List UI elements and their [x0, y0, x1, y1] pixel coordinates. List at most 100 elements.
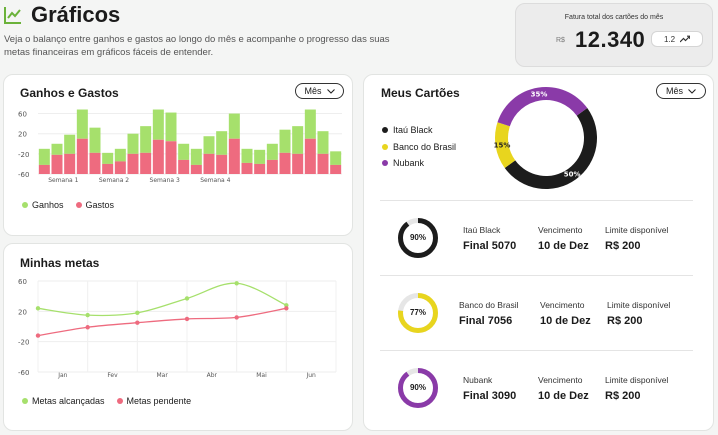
- metas-alcancadas-line: [37, 282, 287, 317]
- vencimento-value: 10 de Dez: [540, 315, 591, 327]
- bar-gastos: [51, 154, 63, 174]
- y-tick-label: 60: [18, 111, 27, 119]
- vencimento-value: 10 de Dez: [538, 390, 589, 402]
- donut-slice-label: 15%: [494, 141, 511, 149]
- bar-gastos: [317, 153, 329, 174]
- metas-pendente-point: [35, 333, 41, 338]
- ganhos-gastos-title: Ganhos e Gastos: [20, 86, 119, 100]
- metas-chart: 60 20 -20 -60 Jan Fev Mar Abr Mai Jun: [18, 278, 337, 379]
- bar-ganhos: [317, 131, 329, 154]
- donut-slice-label: 35%: [531, 91, 548, 99]
- x-tick-label: Semana 1: [48, 177, 78, 184]
- bar-ganhos: [89, 127, 101, 153]
- cartoes-legend-nubank: Nubank: [382, 158, 424, 168]
- legend-nubank-label: Nubank: [393, 158, 425, 168]
- metas-pendente-point: [184, 316, 190, 322]
- bar-gastos: [165, 141, 177, 174]
- y-tick-label: 20: [18, 131, 27, 139]
- bar-ganhos: [51, 143, 63, 155]
- bar-ganhos: [178, 143, 190, 160]
- metas-pendente-line: [37, 307, 287, 337]
- cartoes-month-filter[interactable]: Mês: [656, 83, 706, 99]
- fatura-label: Fatura total dos cartões do mês: [564, 14, 664, 21]
- usage-percent: 77%: [409, 308, 426, 317]
- chevron-down-icon: [326, 88, 335, 94]
- usage-percent: 90%: [409, 383, 426, 392]
- legend-dot-green: [22, 398, 28, 404]
- card-final: Final 3090: [463, 390, 517, 402]
- y-tick-label: -60: [18, 369, 29, 377]
- bar-ganhos: [140, 126, 152, 153]
- bar-ganhos: [127, 133, 139, 154]
- divider: [380, 200, 693, 201]
- chevron-down-icon: [688, 88, 696, 94]
- bar-ganhos: [152, 109, 164, 140]
- y-tick-label: -20: [18, 339, 29, 347]
- vencimento-value: 10 de Dez: [538, 240, 589, 252]
- page-title: Gráficos: [31, 2, 121, 27]
- bar-ganhos: [203, 136, 215, 154]
- metas-pendente-point: [85, 325, 90, 330]
- y-tick-label: -60: [18, 171, 29, 179]
- x-tick-label: Mar: [157, 372, 169, 379]
- limite-value: R$ 200: [607, 315, 643, 327]
- bar-ganhos: [330, 151, 342, 165]
- metas-alcancadas-point: [35, 306, 41, 311]
- bar-ganhos: [304, 109, 316, 139]
- bar-ganhos: [64, 134, 76, 154]
- card-final: Final 7056: [459, 315, 513, 327]
- legend-dot-red: [116, 398, 123, 404]
- metas-alcancadas-point: [135, 310, 140, 316]
- vencimento-label: Vencimento: [538, 225, 583, 235]
- metas-legend: Metas alcançadas Metas pendente: [22, 396, 191, 406]
- legend-itau-label: Itaú Black: [393, 125, 433, 135]
- x-tick-label: Semana 4: [200, 177, 230, 184]
- metas-alcancadas-point: [234, 281, 239, 286]
- bar-ganhos: [279, 129, 291, 153]
- page-header: Gráficos: [3, 2, 120, 28]
- legend-dot-black: [382, 127, 388, 133]
- legend-gastos: Gastos: [75, 200, 115, 210]
- legend-ganhos-label: Ganhos: [32, 200, 64, 210]
- divider: [380, 275, 693, 276]
- metas-pendente-point: [234, 315, 239, 320]
- bar-gastos: [178, 159, 190, 174]
- bar-gastos: [190, 164, 202, 174]
- legend-alcancadas-label: Metas alcançadas: [32, 396, 105, 406]
- page-description: Veja o balanço entre ganhos e gastos ao …: [4, 34, 390, 58]
- fatura-trend-badge: 1.2: [651, 31, 703, 47]
- ganhos-gastos-chart: 60 20 -20 -60 Semana 1 Semana 2 Semana 3 Semana…: [18, 109, 342, 184]
- chart-line-icon: [4, 7, 21, 24]
- usage-percent: 90%: [409, 233, 426, 242]
- metas-pendente-point: [284, 306, 289, 311]
- month-filter-label: Mês: [665, 86, 683, 96]
- bar-gastos: [89, 152, 101, 174]
- vencimento-label: Vencimento: [540, 300, 585, 310]
- bar-ganhos: [102, 152, 114, 164]
- month-filter-label: Mês: [304, 86, 322, 96]
- legend-gastos-label: Gastos: [85, 200, 115, 210]
- x-tick-label: Jan: [57, 372, 67, 379]
- x-tick-label: Abr: [207, 372, 218, 379]
- bar-ganhos: [76, 109, 88, 139]
- legend-dot-yellow: [382, 144, 388, 150]
- cartoes-title: Meus Cartões: [381, 86, 460, 100]
- trend-up-icon: [680, 35, 691, 43]
- bar-gastos: [266, 159, 278, 174]
- legend-metas-pendente: Metas pendente: [116, 396, 191, 406]
- bar-ganhos: [266, 143, 278, 160]
- fatura-trend-value: 1.2: [663, 34, 676, 44]
- card-name: Nubank: [463, 375, 493, 385]
- cartoes-legend-itau: Itaú Black: [382, 125, 433, 135]
- bar-gastos: [114, 161, 126, 174]
- bar-ganhos: [254, 149, 266, 164]
- bar-gastos: [254, 163, 266, 174]
- vencimento-label: Vencimento: [538, 375, 583, 385]
- divider: [380, 350, 693, 351]
- cartoes-legend-bb: Banco do Brasil: [382, 142, 456, 152]
- ganhos-gastos-month-filter[interactable]: Mês: [295, 83, 344, 99]
- bar-gastos: [203, 153, 215, 174]
- limite-label: Limite disponível: [605, 375, 669, 385]
- bar-gastos: [330, 164, 342, 174]
- y-tick-label: 60: [18, 278, 27, 286]
